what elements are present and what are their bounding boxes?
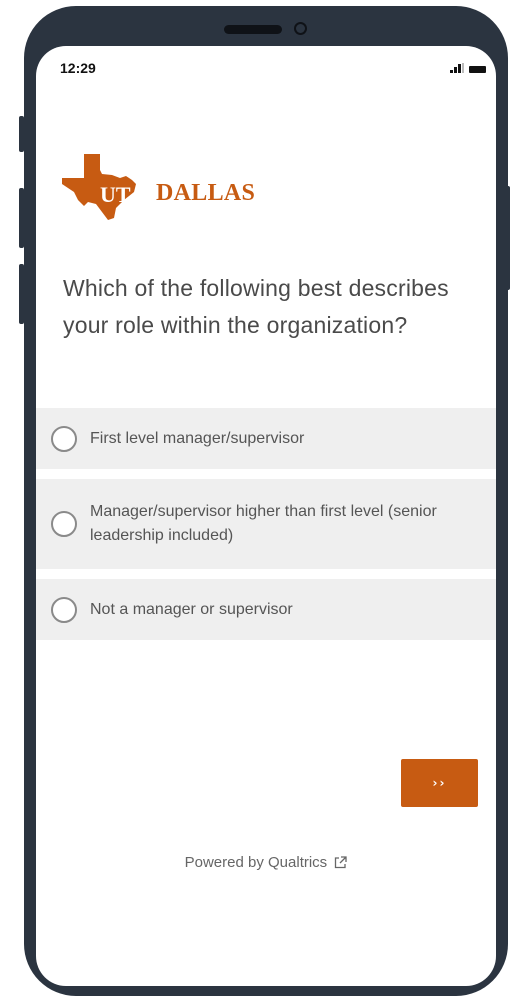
powered-by-text: Powered by Qualtrics bbox=[184, 854, 328, 871]
phone-speaker bbox=[224, 25, 282, 34]
next-button[interactable]: ›› bbox=[401, 759, 478, 807]
radio-button[interactable] bbox=[51, 511, 77, 537]
powered-by-qualtrics-link[interactable]: Powered by Qualtrics bbox=[185, 854, 348, 871]
radio-button[interactable] bbox=[51, 596, 77, 623]
ut-dallas-logo: UT DALLAS bbox=[62, 154, 262, 224]
camera-icon bbox=[294, 22, 307, 35]
logo-ut-text: UT bbox=[100, 182, 131, 207]
choice-not-manager[interactable]: Not a manager or supervisor bbox=[36, 579, 496, 640]
choice-first-level-manager[interactable]: First level manager/supervisor bbox=[36, 408, 496, 469]
signal-icon bbox=[450, 63, 464, 73]
choice-label: Manager/supervisor higher than first lev… bbox=[90, 503, 437, 544]
footer: Powered by Qualtrics bbox=[36, 854, 496, 873]
battery-icon bbox=[469, 66, 486, 73]
logo-dallas-text: DALLAS bbox=[156, 180, 256, 206]
phone-screen: 12:29 UT DALLAS Which of the following b… bbox=[36, 46, 496, 986]
question-text: Which of the following best describes yo… bbox=[63, 275, 449, 338]
choice-higher-manager[interactable]: Manager/supervisor higher than first lev… bbox=[36, 479, 496, 569]
choice-label: First level manager/supervisor bbox=[90, 429, 305, 447]
phone-frame: 12:29 UT DALLAS Which of the following b… bbox=[24, 6, 508, 996]
status-time: 12:29 bbox=[60, 60, 96, 76]
choice-label: Not a manager or supervisor bbox=[90, 600, 293, 618]
radio-button[interactable] bbox=[51, 425, 77, 452]
external-link-icon bbox=[334, 856, 348, 873]
status-bar: 12:29 bbox=[36, 46, 496, 96]
